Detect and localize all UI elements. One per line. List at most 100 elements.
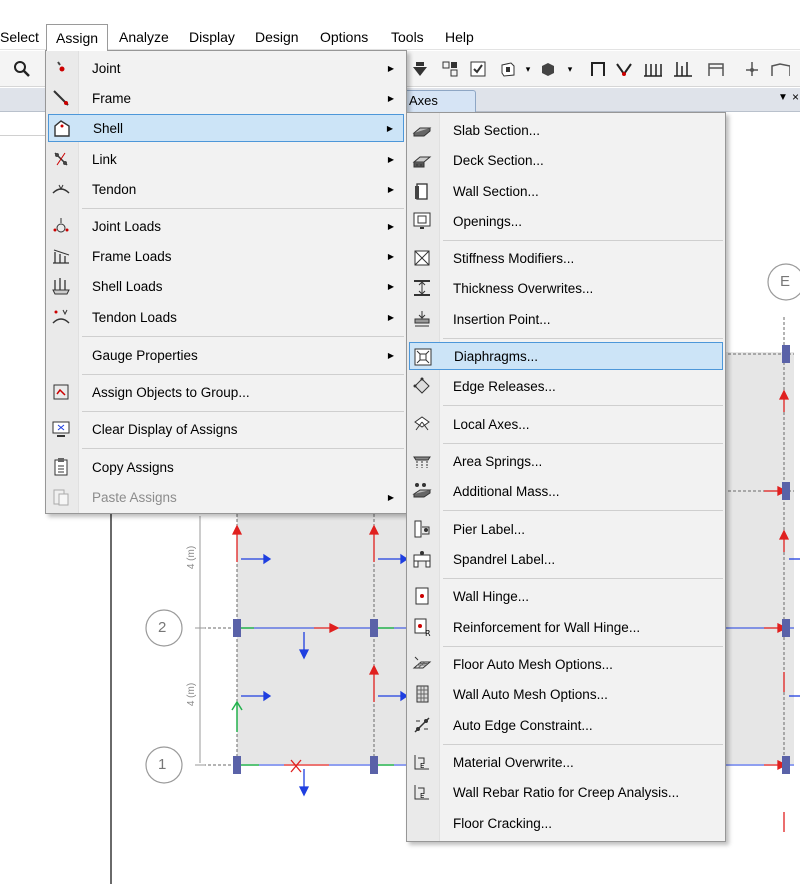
brace-tool-icon[interactable]: [614, 59, 634, 79]
shell-submenu-item-wall-rebar-ratio[interactable]: E Wall Rebar Ratio for Creep Analysis...: [409, 778, 723, 806]
section-tool-icon[interactable]: [498, 59, 518, 79]
shell-submenu-label: Auto Edge Constraint...: [453, 717, 593, 733]
shell-submenu-label: Deck Section...: [453, 152, 544, 168]
shell-submenu-item-slab-section[interactable]: Slab Section...: [409, 116, 723, 144]
submenu-arrow-icon: ▶: [387, 184, 394, 194]
link-icon: [51, 149, 71, 169]
assign-menu-item-tendon-loads[interactable]: Tendon Loads ▶: [48, 303, 404, 331]
assign-menu-item-frame-loads[interactable]: Frame Loads ▶: [48, 242, 404, 270]
beam-tool-icon[interactable]: [642, 59, 662, 79]
assign-menu-item-assign-objects-to-group[interactable]: Assign Objects to Group...: [48, 378, 404, 406]
submenu-arrow-icon: ▶: [387, 93, 394, 103]
grid-tool-icon[interactable]: [440, 59, 460, 79]
tab-close-icon[interactable]: ×: [792, 90, 799, 104]
assign-menu-item-clear-display-of-assigns[interactable]: Clear Display of Assigns: [48, 415, 404, 443]
menu-separator: [82, 411, 404, 412]
shell-submenu-label: Area Springs...: [453, 453, 543, 469]
assign-menu-label: Joint Loads: [92, 218, 162, 234]
assign-menu-item-joint-loads[interactable]: Joint Loads ▶: [48, 212, 404, 240]
shell-submenu-item-wall-hinge[interactable]: Wall Hinge...: [409, 582, 723, 610]
down-arrow-tool-icon[interactable]: [410, 59, 430, 79]
joint-loads-icon: [51, 216, 71, 236]
shell-submenu-item-area-springs[interactable]: Area Springs...: [409, 447, 723, 475]
area-springs-icon: [412, 451, 432, 471]
submenu-arrow-icon: ▶: [387, 312, 394, 322]
assign-menu-label: Paste Assigns: [92, 489, 177, 505]
shell-submenu-item-deck-section[interactable]: Deck Section...: [409, 146, 723, 174]
frame-tool-icon[interactable]: [588, 59, 608, 79]
shell-submenu-item-insertion-point[interactable]: Insertion Point...: [409, 305, 723, 333]
menu-separator: [443, 744, 723, 745]
dimension-label-upper: 4 (m): [186, 545, 198, 570]
slab-section-icon: [412, 120, 432, 140]
menu-tools[interactable]: Tools: [391, 24, 424, 50]
shell-submenu-item-auto-edge-constraint[interactable]: Auto Edge Constraint...: [409, 711, 723, 739]
menu-help[interactable]: Help: [445, 24, 474, 50]
stiffness-modifiers-icon: [412, 248, 432, 268]
additional-mass-icon: [412, 481, 432, 501]
assign-menu-label: Tendon: [92, 181, 137, 197]
submenu-arrow-icon: ▶: [387, 251, 394, 261]
local-axes-icon: [412, 414, 432, 434]
zoom-icon[interactable]: [12, 59, 32, 79]
grid-bubble-1-label: 1: [158, 756, 167, 773]
assign-menu-item-joint[interactable]: Joint ▶: [48, 54, 404, 82]
deck-section-icon: [412, 150, 432, 170]
shell-submenu-item-pier-label[interactable]: Pier Label...: [409, 515, 723, 543]
assign-menu-item-shell[interactable]: Shell ▶: [48, 114, 404, 142]
menu-options[interactable]: Options: [320, 24, 368, 50]
shell-submenu-item-floor-cracking[interactable]: Floor Cracking...: [409, 809, 723, 837]
assign-menu-item-link[interactable]: Link ▶: [48, 145, 404, 173]
shell-submenu-item-stiffness-modifiers[interactable]: Stiffness Modifiers...: [409, 244, 723, 272]
assign-menu-item-shell-loads[interactable]: Shell Loads ▶: [48, 272, 404, 300]
menu-display[interactable]: Display: [189, 24, 235, 50]
assign-menu-item-paste-assigns[interactable]: Paste Assigns ▶: [48, 483, 404, 511]
edge-releases-icon: [412, 376, 432, 396]
joist-tool-icon[interactable]: [672, 59, 692, 79]
submenu-arrow-icon: ▶: [387, 221, 394, 231]
shell-submenu-item-floor-auto-mesh-options[interactable]: Floor Auto Mesh Options...: [409, 650, 723, 678]
draw-tool-icon[interactable]: [770, 59, 790, 79]
assign-menu-item-gauge-properties[interactable]: Gauge Properties ▶: [48, 341, 404, 369]
column-tool-icon[interactable]: [706, 59, 726, 79]
shell-submenu-item-reinforcement-for-wall-hinge[interactable]: R Reinforcement for Wall Hinge...: [409, 613, 723, 641]
wall-section-icon: [412, 181, 432, 201]
wall-hinge-icon: [412, 586, 432, 606]
shell-submenu-item-local-axes[interactable]: Local Axes...: [409, 410, 723, 438]
menu-design[interactable]: Design: [255, 24, 299, 50]
shell-submenu-label: Local Axes...: [453, 416, 530, 432]
shell-submenu-item-wall-section[interactable]: Wall Section...: [409, 177, 723, 205]
shell-submenu-item-thickness-overwrites[interactable]: Thickness Overwrites...: [409, 274, 723, 302]
frame-icon: [51, 88, 71, 108]
shell-submenu-item-wall-auto-mesh-options[interactable]: Wall Auto Mesh Options...: [409, 680, 723, 708]
box-tool-icon[interactable]: [538, 59, 558, 79]
point-tool-icon[interactable]: [742, 59, 762, 79]
pier-label-icon: [412, 519, 432, 539]
assign-menu-label: Tendon Loads: [92, 309, 177, 325]
assign-menu-item-copy-assigns[interactable]: Copy Assigns: [48, 453, 404, 481]
assign-menu-label: Shell: [93, 120, 124, 136]
box-dropdown-icon[interactable]: ▾: [560, 59, 580, 79]
tab-dropdown-icon[interactable]: ▼: [778, 92, 788, 103]
menu-select[interactable]: Select: [0, 24, 40, 50]
tab-axes[interactable]: Axes: [404, 90, 476, 112]
menu-assign[interactable]: Assign: [46, 24, 108, 51]
shell-submenu-label: Reinforcement for Wall Hinge...: [453, 619, 641, 635]
spandrel-label-icon: [412, 549, 432, 569]
shell-submenu-item-openings[interactable]: Openings...: [409, 207, 723, 235]
assign-menu-item-tendon[interactable]: Tendon ▶: [48, 175, 404, 203]
diaphragms-icon: [413, 347, 433, 367]
shell-submenu-item-spandrel-label[interactable]: Spandrel Label...: [409, 545, 723, 573]
shell-submenu-item-material-overwrite[interactable]: E Material Overwrite...: [409, 748, 723, 776]
assign-menu-item-frame[interactable]: Frame ▶: [48, 84, 404, 112]
joint-icon: [51, 58, 71, 78]
shell-submenu-item-additional-mass[interactable]: Additional Mass...: [409, 477, 723, 505]
shell-submenu-item-diaphragms[interactable]: Diaphragms...: [409, 342, 723, 370]
section-dropdown-icon[interactable]: ▾: [518, 59, 538, 79]
menu-separator: [82, 208, 404, 209]
svg-text:E: E: [420, 762, 424, 770]
menu-analyze[interactable]: Analyze: [119, 24, 169, 50]
checkbox-tool-icon[interactable]: [468, 59, 488, 79]
shell-submenu-item-edge-releases[interactable]: Edge Releases...: [409, 372, 723, 400]
shell-submenu-label: Pier Label...: [453, 521, 526, 537]
